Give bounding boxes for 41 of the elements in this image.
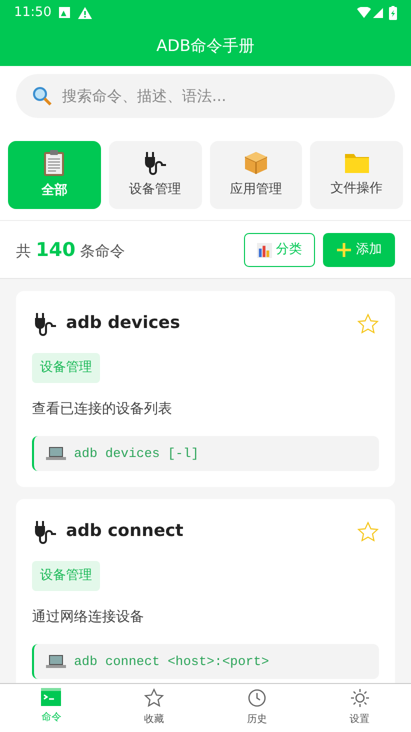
wifi-icon: [357, 6, 371, 18]
star-icon: [144, 688, 164, 708]
syntax-block: adb devices [-l]: [32, 436, 379, 471]
nav-tab[interactable]: 历史: [206, 684, 308, 732]
category-tab[interactable]: 文件操作: [310, 141, 403, 209]
settings-icon: [350, 688, 370, 708]
plug-icon: [142, 150, 168, 176]
clock-icon: [246, 688, 267, 708]
clipboard-icon: [42, 149, 66, 178]
laptop-icon: [46, 445, 66, 462]
image-icon: [59, 7, 70, 18]
category-tag: 设备管理: [32, 561, 100, 590]
favorite-star[interactable]: [357, 521, 379, 543]
plug-icon: [32, 311, 58, 337]
plus-icon: [336, 242, 352, 258]
box-icon: [242, 150, 269, 176]
syntax-block: adb connect <host>:<port>: [32, 644, 379, 679]
plug-icon: [32, 519, 58, 545]
folder-icon: [344, 151, 370, 176]
command-count: 共 140 条命令: [16, 238, 126, 263]
category-tag: 设备管理: [32, 353, 100, 382]
command-title: adb devices: [66, 312, 180, 336]
bar-chart-icon: [257, 242, 272, 258]
command-description: 查看已连接的设备列表: [32, 400, 173, 418]
signal-icon: [373, 8, 383, 18]
command-title: adb connect: [66, 520, 184, 544]
command-description: 通过网络连接设备: [32, 608, 145, 626]
category-tab[interactable]: 应用管理: [210, 141, 302, 209]
app-title: ADB命令手册: [156, 34, 255, 56]
laptop-icon: [46, 653, 66, 670]
favorite-star[interactable]: [357, 313, 379, 335]
warning-icon: [78, 6, 92, 18]
nav-tab[interactable]: 收藏: [102, 684, 206, 732]
terminal-icon: [41, 688, 62, 706]
search-field[interactable]: 搜索命令、描述、语法...: [16, 74, 395, 118]
status-time: 11:50: [14, 4, 52, 22]
nav-tab[interactable]: 设置: [308, 684, 411, 732]
command-card[interactable]: adb devices 设备管理 查看已连接的设备列表 adb devices [-l]: [16, 291, 395, 487]
command-card[interactable]: adb connect 设备管理 通过网络连接设备 adb connect <host>:<port>: [16, 499, 395, 683]
battery-icon: [389, 6, 397, 20]
category-tab[interactable]: 设备管理: [108, 141, 202, 209]
